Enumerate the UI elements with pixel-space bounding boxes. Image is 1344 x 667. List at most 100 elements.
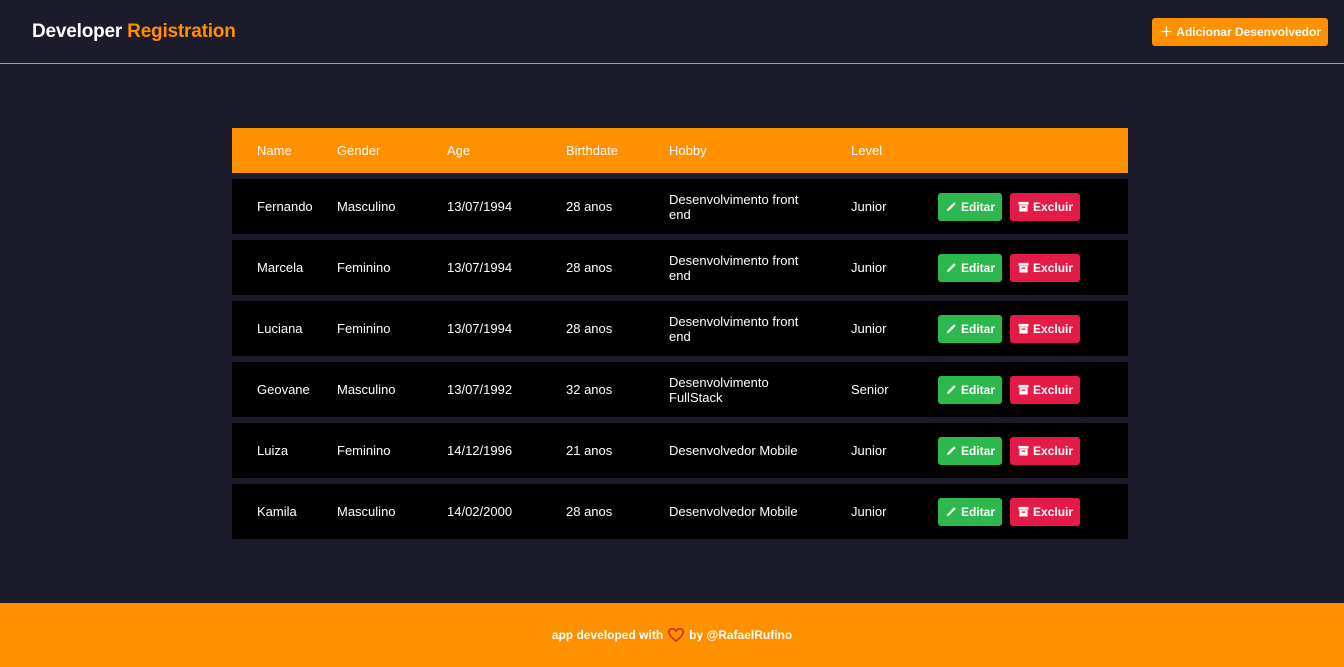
footer-text-before: app developed with <box>551 628 664 642</box>
delete-button[interactable]: Excluir <box>1010 436 1081 465</box>
edit-button[interactable]: Editar <box>938 192 1003 221</box>
row-actions: Editar Excluir <box>938 375 1081 404</box>
cell-birthdate: 32 anos <box>566 382 613 397</box>
app-header: Developer Registration Adicionar Desenvo… <box>0 0 1344 64</box>
cell-name: Luiza <box>257 443 289 458</box>
delete-label: Excluir <box>1033 443 1074 458</box>
cell-gender: Feminino <box>337 443 391 458</box>
delete-label: Excluir <box>1033 260 1074 275</box>
table-row: Luiza Feminino 14/12/1996 21 anos Desenvolve… <box>232 423 1128 478</box>
cell-name: Luciana <box>257 321 303 336</box>
edit-button[interactable]: Editar <box>938 253 1003 282</box>
column-header-name: Name <box>257 143 292 158</box>
edit-label: Editar <box>961 382 996 397</box>
brand-main: Developer <box>32 20 123 42</box>
cell-hobby: Desenvolvimento FullStack <box>669 374 769 405</box>
pencil-icon <box>946 446 956 456</box>
cell-name: Geovane <box>257 382 310 397</box>
table-header: Name Gender Age Birthdate Hobby Level <box>232 128 1128 173</box>
cell-gender: Masculino <box>337 382 396 397</box>
edit-button[interactable]: Editar <box>938 375 1003 404</box>
cell-level: Junior <box>851 199 887 214</box>
cell-hobby: Desenvolvedor Mobile <box>669 504 798 519</box>
column-header-age: Age <box>447 143 471 158</box>
pencil-icon <box>946 263 956 273</box>
developers-table: Name Gender Age Birthdate Hobby Level Fe… <box>232 128 1128 539</box>
app-brand: Developer Registration <box>32 21 236 43</box>
cell-level: Junior <box>851 504 887 519</box>
row-actions: Editar Excluir <box>938 436 1081 465</box>
delete-label: Excluir <box>1033 382 1074 397</box>
cell-hobby: Desenvolvimento front end <box>669 252 799 283</box>
cell-hobby: Desenvolvedor Mobile <box>669 443 798 458</box>
cell-age: 14/12/1996 <box>447 443 513 458</box>
edit-button[interactable]: Editar <box>938 436 1003 465</box>
edit-label: Editar <box>961 321 996 336</box>
cell-age: 13/07/1994 <box>447 321 513 336</box>
trash-icon <box>1018 445 1029 456</box>
delete-button[interactable]: Excluir <box>1010 253 1081 282</box>
pencil-icon <box>946 324 956 334</box>
delete-button[interactable]: Excluir <box>1010 314 1081 343</box>
cell-hobby: Desenvolvimento front end <box>669 313 799 344</box>
table-row: Geovane Masculino 13/07/1992 32 anos Desenvo… <box>232 362 1128 417</box>
table-row: Luciana Feminino 13/07/1994 28 anos Desenvol… <box>232 301 1128 356</box>
table-row: Marcela Feminino 13/07/1994 28 anos Desenvol… <box>232 240 1128 295</box>
pencil-icon <box>946 507 956 517</box>
cell-gender: Masculino <box>337 199 396 214</box>
add-developer-label: Adicionar Desenvolvedor <box>1176 24 1321 39</box>
table-row: Fernando Masculino 13/07/1994 28 anos Desenv… <box>232 179 1128 234</box>
cell-age: 13/07/1994 <box>447 199 513 214</box>
trash-icon <box>1018 323 1029 334</box>
cell-age: 13/07/1992 <box>447 382 513 397</box>
cell-age: 13/07/1994 <box>447 260 513 275</box>
plus-icon <box>1161 26 1172 37</box>
table-body: Fernando Masculino 13/07/1994 28 anos Desenv… <box>232 179 1128 539</box>
cell-name: Marcela <box>257 260 304 275</box>
cell-birthdate: 28 anos <box>566 199 613 214</box>
table-row: Kamila Masculino 14/02/2000 28 anos Desenvol… <box>232 484 1128 539</box>
footer-text-after: by @RafaelRufino <box>689 628 793 642</box>
cell-hobby: Desenvolvimento front end <box>669 191 799 222</box>
delete-label: Excluir <box>1033 504 1074 519</box>
cell-birthdate: 28 anos <box>566 321 613 336</box>
cell-birthdate: 28 anos <box>566 260 613 275</box>
edit-button[interactable]: Editar <box>938 497 1003 526</box>
cell-birthdate: 21 anos <box>566 443 613 458</box>
cell-name: Fernando <box>257 199 313 214</box>
cell-birthdate: 28 anos <box>566 504 613 519</box>
trash-icon <box>1018 384 1029 395</box>
delete-label: Excluir <box>1033 199 1074 214</box>
cell-age: 14/02/2000 <box>447 504 513 519</box>
edit-label: Editar <box>961 504 996 519</box>
cell-gender: Feminino <box>337 260 391 275</box>
column-header-gender: Gender <box>337 143 381 158</box>
add-developer-button[interactable]: Adicionar Desenvolvedor <box>1152 17 1328 46</box>
pencil-icon <box>946 202 956 212</box>
delete-label: Excluir <box>1033 321 1074 336</box>
row-actions: Editar Excluir <box>938 253 1081 282</box>
trash-icon <box>1018 506 1029 517</box>
cell-level: Junior <box>851 443 887 458</box>
cell-level: Senior <box>851 382 889 397</box>
app-footer: app developed with by @RafaelRufino <box>0 603 1344 667</box>
row-actions: Editar Excluir <box>938 314 1081 343</box>
delete-button[interactable]: Excluir <box>1010 497 1081 526</box>
row-actions: Editar Excluir <box>938 192 1081 221</box>
column-header-hobby: Hobby <box>669 143 707 158</box>
column-header-birthdate: Birthdate <box>566 143 619 158</box>
edit-button[interactable]: Editar <box>938 314 1003 343</box>
delete-button[interactable]: Excluir <box>1010 375 1081 404</box>
edit-label: Editar <box>961 260 996 275</box>
brand-accent: Registration <box>127 20 236 42</box>
edit-label: Editar <box>961 199 996 214</box>
delete-button[interactable]: Excluir <box>1010 192 1081 221</box>
cell-level: Junior <box>851 321 887 336</box>
edit-label: Editar <box>961 443 996 458</box>
pencil-icon <box>946 385 956 395</box>
trash-icon <box>1018 262 1029 273</box>
heart-icon <box>668 628 685 642</box>
trash-icon <box>1018 201 1029 212</box>
cell-level: Junior <box>851 260 887 275</box>
cell-gender: Feminino <box>337 321 391 336</box>
